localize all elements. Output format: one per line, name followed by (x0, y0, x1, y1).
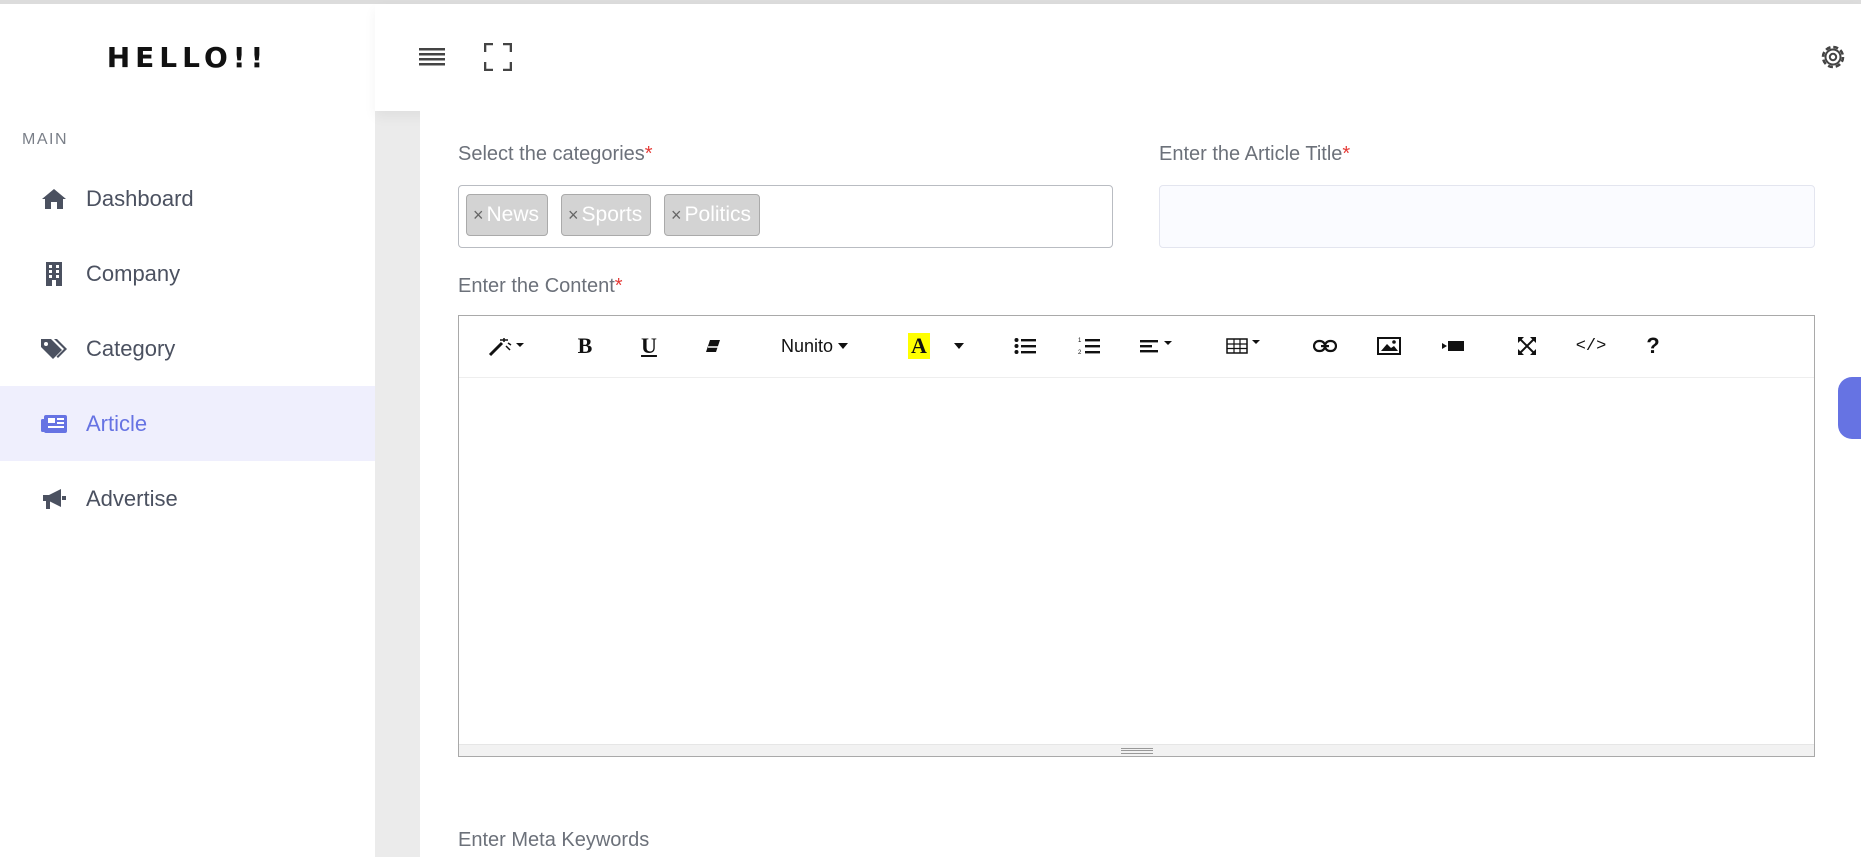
required-mark: * (614, 275, 623, 297)
content-label: Enter the Content* (458, 275, 623, 297)
sidebar-nav: Dashboard Company Category Article Adver… (0, 161, 375, 536)
meta-keywords-label: Enter Meta Keywords (458, 829, 650, 851)
sidebar: HELLO!! MAIN Dashboard Company Category … (0, 4, 375, 857)
sidebar-item-label: Dashboard (86, 185, 194, 211)
chip-remove-icon[interactable]: × (568, 205, 579, 226)
category-chip-news[interactable]: × News (466, 194, 549, 236)
editor-content-area[interactable] (459, 378, 1814, 744)
tags-icon (40, 335, 68, 363)
brand-logo[interactable]: HELLO!! (0, 4, 375, 111)
svg-text:2: 2 (1078, 350, 1082, 355)
categories-select[interactable]: × News × Sports × Politics (458, 185, 1113, 248)
sidebar-item-label: Article (86, 410, 148, 436)
gear-icon[interactable] (1816, 40, 1850, 74)
help-button[interactable]: ? (1639, 330, 1667, 362)
menu-section-title: MAIN (22, 131, 68, 148)
newspaper-icon (40, 410, 68, 438)
grip-icon (1121, 748, 1153, 754)
sidebar-item-article[interactable]: Article (0, 386, 375, 461)
chip-remove-icon[interactable]: × (473, 205, 484, 226)
bullhorn-icon (40, 485, 68, 513)
unordered-list-icon[interactable] (1011, 330, 1039, 362)
table-dropdown-icon[interactable] (1225, 330, 1265, 362)
sidebar-item-company[interactable]: Company (0, 236, 375, 311)
hamburger-icon[interactable] (415, 40, 449, 74)
svg-text:1: 1 (1078, 338, 1082, 344)
font-family-dropdown[interactable]: Nunito (775, 330, 855, 362)
sidebar-item-label: Category (86, 335, 176, 361)
code-view-button[interactable]: </> (1571, 330, 1611, 362)
categories-label: Select the categories* (458, 143, 653, 165)
category-chip-sports[interactable]: × Sports (561, 194, 652, 236)
category-chip-politics[interactable]: × Politics (664, 194, 761, 236)
article-title-label: Enter the Article Title* (1159, 143, 1351, 165)
editor-toolbar: B U Nunito A 12 </> ? (459, 316, 1814, 378)
home-icon (40, 185, 68, 213)
chip-remove-icon[interactable]: × (671, 205, 682, 226)
video-icon[interactable] (1439, 330, 1467, 362)
required-mark: * (1342, 143, 1351, 165)
bold-button[interactable]: B (571, 330, 599, 362)
chevron-down-icon[interactable] (949, 330, 969, 362)
building-icon (40, 260, 68, 288)
content-editor: B U Nunito A 12 </> ? (458, 315, 1815, 757)
magic-wand-icon[interactable] (485, 330, 527, 362)
eraser-icon[interactable] (699, 330, 727, 362)
underline-button[interactable]: U (635, 330, 663, 362)
sidebar-item-dashboard[interactable]: Dashboard (0, 161, 375, 236)
ordered-list-icon[interactable]: 12 (1075, 330, 1103, 362)
sidebar-item-category[interactable]: Category (0, 311, 375, 386)
editor-resize-handle[interactable] (459, 744, 1814, 756)
required-mark: * (644, 143, 653, 165)
sidebar-item-advertise[interactable]: Advertise (0, 461, 375, 536)
article-title-input[interactable] (1159, 185, 1815, 248)
settings-side-tab[interactable] (1838, 377, 1861, 439)
sidebar-item-label: Company (86, 260, 181, 286)
top-navbar (375, 4, 1861, 111)
text-color-button[interactable]: A (905, 330, 933, 362)
fullscreen-icon[interactable] (481, 40, 515, 74)
sidebar-item-label: Advertise (86, 485, 178, 511)
image-icon[interactable] (1375, 330, 1403, 362)
link-icon[interactable] (1311, 330, 1339, 362)
fullscreen-editor-icon[interactable] (1513, 330, 1541, 362)
align-dropdown-icon[interactable] (1139, 330, 1177, 362)
